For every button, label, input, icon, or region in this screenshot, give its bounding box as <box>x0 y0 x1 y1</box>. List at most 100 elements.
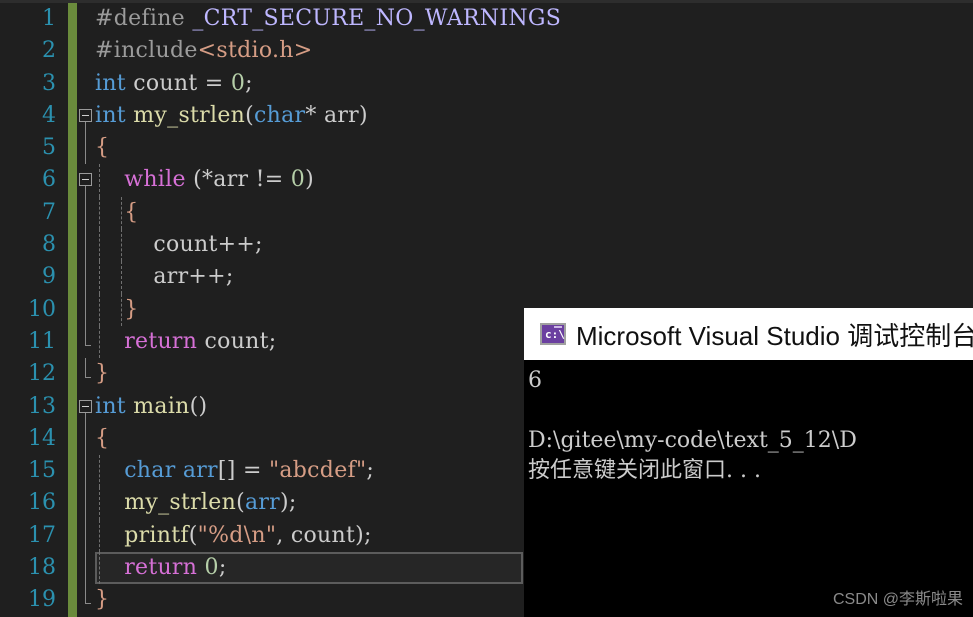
line-number: 18 <box>28 555 56 581</box>
change-indicator-bar <box>68 487 77 520</box>
code-text[interactable]: return 0; <box>95 552 227 584</box>
change-indicator-bar <box>68 35 77 68</box>
fold-gutter[interactable] <box>77 584 95 616</box>
fold-gutter[interactable] <box>77 196 95 230</box>
console-cmd-icon: c:\ <box>540 323 566 345</box>
code-token: ) <box>359 102 368 128</box>
csdn-watermark: CSDN @李斯啦果 <box>832 591 963 608</box>
change-indicator-bar <box>68 390 77 423</box>
line-number: 8 <box>42 232 56 258</box>
code-token: <stdio.h> <box>197 38 313 64</box>
fold-gutter[interactable] <box>77 293 95 326</box>
line-number: 16 <box>28 490 56 516</box>
fold-gutter[interactable] <box>77 552 95 585</box>
fold-gutter[interactable] <box>77 519 95 553</box>
fold-collapse-icon[interactable] <box>79 399 92 413</box>
code-line[interactable]: 3 int count = 0; <box>0 67 973 100</box>
code-text[interactable]: } <box>95 584 109 616</box>
code-token: } <box>95 361 110 387</box>
fold-gutter[interactable] <box>77 455 95 488</box>
fold-gutter[interactable] <box>77 229 95 262</box>
code-text[interactable]: { <box>95 197 139 229</box>
code-text[interactable]: #define _CRT_SECURE_NO_WARNINGS <box>95 3 561 35</box>
code-line[interactable]: 2 #include<stdio.h> <box>0 35 973 68</box>
fold-gutter[interactable] <box>77 391 95 423</box>
code-token: * <box>201 167 214 193</box>
change-indicator-bar <box>68 229 77 262</box>
fold-gutter[interactable] <box>77 422 95 456</box>
code-text[interactable]: #include<stdio.h> <box>95 35 313 67</box>
code-line[interactable]: 6 while (*arr != 0) <box>0 164 973 197</box>
fold-collapse-icon[interactable] <box>79 173 92 187</box>
change-indicator-bar <box>68 325 77 359</box>
code-text[interactable]: { <box>95 132 109 164</box>
code-text[interactable]: } <box>95 294 139 326</box>
code-text[interactable]: int main() <box>95 391 207 423</box>
line-number: 4 <box>42 102 56 128</box>
fold-gutter[interactable] <box>77 68 95 100</box>
line-number: 15 <box>28 458 56 484</box>
code-token: my_strlen <box>124 490 237 516</box>
code-token: int <box>95 393 126 419</box>
code-text[interactable]: char arr[] = "abcdef"; <box>95 455 374 487</box>
code-text[interactable]: { <box>95 423 109 455</box>
code-token: ++; <box>188 264 234 290</box>
fold-gutter[interactable] <box>77 358 95 390</box>
code-line[interactable]: 5{ <box>0 132 973 165</box>
fold-connector-line <box>85 261 86 294</box>
code-text[interactable]: int count = 0; <box>95 68 253 100</box>
code-token: ++; <box>217 232 263 258</box>
code-line[interactable]: 8 count++; <box>0 229 973 262</box>
fold-gutter[interactable] <box>77 164 95 197</box>
code-text[interactable]: my_strlen(arr); <box>95 487 297 519</box>
code-line[interactable]: 4 int my_strlen(char* arr) <box>0 99 973 133</box>
fold-gutter[interactable] <box>77 325 95 358</box>
code-token: ); <box>280 490 297 516</box>
code-text[interactable]: printf("%d\n", count); <box>95 520 372 552</box>
fold-connector-line <box>85 519 86 553</box>
code-line[interactable]: 7 { <box>0 196 973 230</box>
fold-gutter[interactable] <box>77 3 95 35</box>
code-token: arr <box>213 167 256 193</box>
debug-console-window[interactable]: c:\ Microsoft Visual Studio 调试控制台 6 D:\g… <box>524 308 973 617</box>
code-token: ( <box>245 102 255 128</box>
code-line[interactable]: 1 #define _CRT_SECURE_NO_WARNINGS <box>0 3 973 36</box>
change-indicator-bar <box>68 422 77 456</box>
code-text[interactable]: while (*arr != 0) <box>95 164 314 196</box>
fold-gutter[interactable] <box>77 487 95 520</box>
change-indicator-bar <box>68 132 77 165</box>
code-token: ( <box>236 490 245 516</box>
fold-gutter[interactable] <box>77 35 95 67</box>
fold-gutter[interactable] <box>77 261 95 294</box>
code-text[interactable]: return count; <box>95 326 277 358</box>
code-token: ; <box>268 328 277 354</box>
line-number: 1 <box>42 6 56 31</box>
code-text[interactable]: int my_strlen(char* arr) <box>95 100 368 132</box>
line-number: 6 <box>42 167 56 193</box>
code-token: ; <box>245 70 253 96</box>
change-indicator-bar <box>68 67 77 100</box>
code-token: arr <box>182 458 218 484</box>
fold-collapse-icon[interactable] <box>79 108 92 122</box>
code-token: != <box>255 167 284 193</box>
fold-gutter[interactable] <box>77 132 95 165</box>
change-indicator-bar <box>68 196 77 230</box>
code-text[interactable]: arr++; <box>95 261 234 293</box>
code-token: int <box>95 70 126 96</box>
console-output-area[interactable]: 6 D:\gitee\my-code\text_5_12\D 按任意键关闭此窗口.… <box>524 360 973 617</box>
code-text[interactable]: count++; <box>95 229 263 261</box>
fold-gutter[interactable] <box>77 100 95 133</box>
code-line[interactable]: 9 arr++; <box>0 261 973 294</box>
console-title-bar[interactable]: c:\ Microsoft Visual Studio 调试控制台 <box>524 308 973 360</box>
code-token: ( <box>185 167 202 193</box>
code-token: { <box>95 135 110 161</box>
change-indicator-bar <box>68 3 77 36</box>
code-text[interactable]: } <box>95 358 109 390</box>
code-token: char <box>124 458 176 484</box>
code-token: _CRT_SECURE_NO_WARNINGS <box>192 6 562 31</box>
